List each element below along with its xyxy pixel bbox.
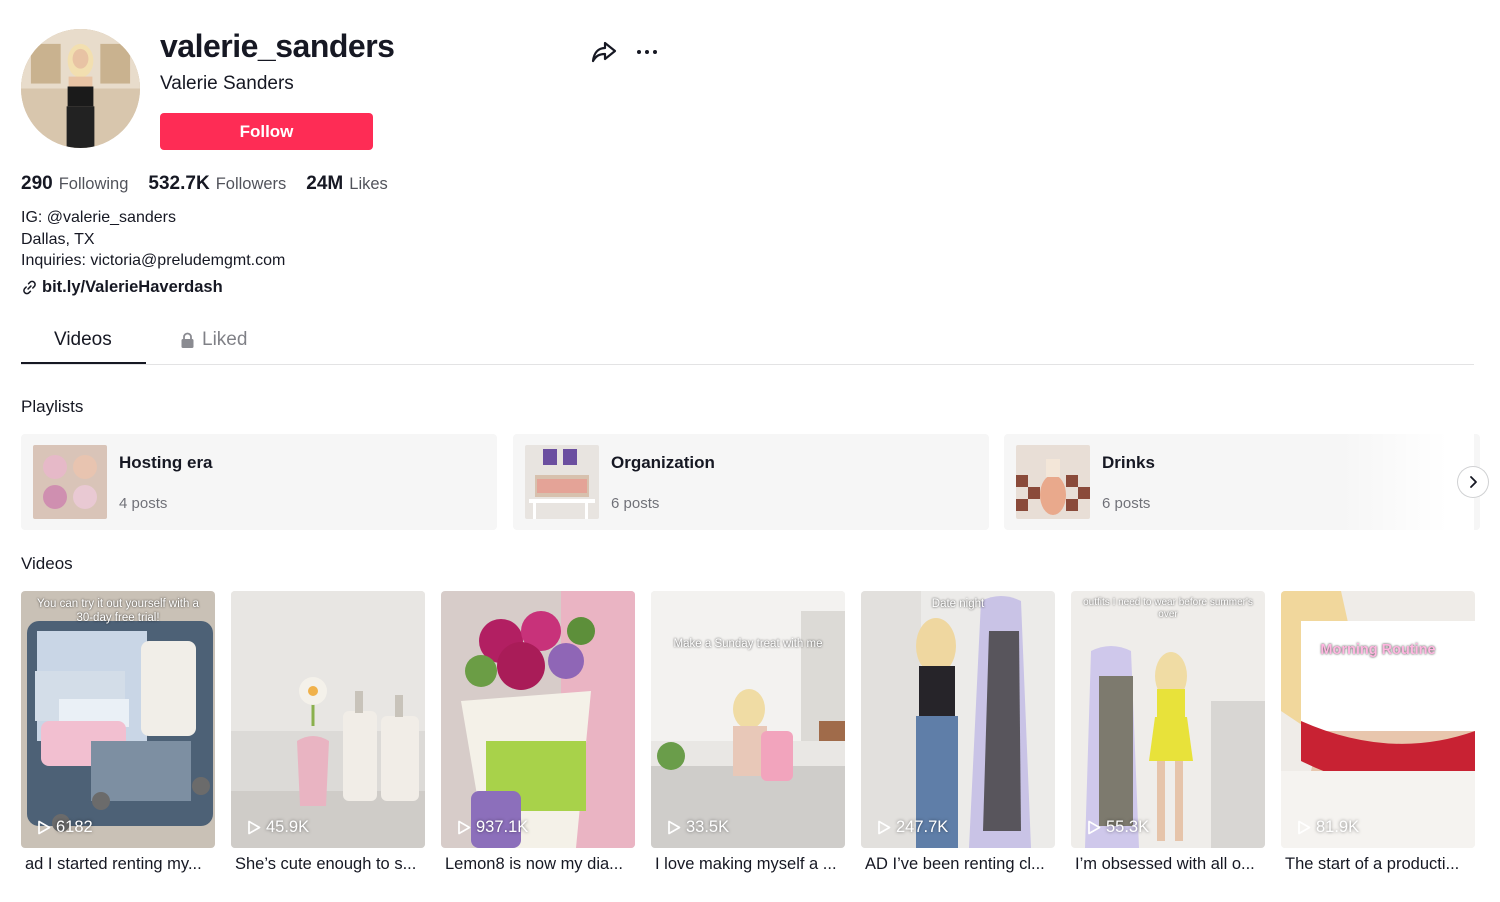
video-view-count: 55.3K [1106,818,1150,836]
video-card[interactable]: Make a Sunday treat with me 33.5K I love… [651,591,845,874]
video-caption: I’m obsessed with all o... [1075,855,1255,873]
video-card[interactable]: outfits I need to wear before summer's o… [1071,591,1265,874]
play-icon [38,820,51,835]
playlist-count: 4 posts [119,495,168,512]
playlist-title: Hosting era [119,453,213,472]
video-caption: Lemon8 is now my dia... [445,855,623,873]
video-view-count: 937.1K [476,818,529,836]
following-stat[interactable]: 290 Following [21,173,128,195]
video-views: 6182 [37,818,93,837]
video-views: 45.9K [247,818,309,837]
video-overlay-text: outfits I need to wear before summer's o… [1083,597,1253,620]
playlist-thumbnail [1016,445,1090,519]
followers-count: 532.7K [148,173,210,194]
playlists-next-button[interactable] [1457,466,1489,498]
play-icon [248,820,261,835]
followers-stat[interactable]: 532.7K Followers [148,173,286,195]
play-icon [668,820,681,835]
video-cover: 937.1K [441,591,635,848]
playlists-row: Hosting era 4 posts Organization 6 posts… [21,434,1480,530]
video-caption: I love making myself a ... [655,855,837,873]
video-overlay-text: Morning Routine [1320,642,1436,658]
bio: IG: @valerie_sanders Dallas, TX Inquirie… [21,207,285,272]
playlist-thumbnail [525,445,599,519]
video-cover: Morning Routine 81.9K [1281,591,1475,848]
video-overlay-text: You can try it out yourself with a 30-da… [37,598,199,624]
video-card[interactable]: 45.9K She’s cute enough to s... [231,591,425,874]
likes-stat: 24M Likes [306,173,388,195]
bio-line: IG: @valerie_sanders [21,209,176,226]
tab-videos[interactable]: Videos [54,329,112,351]
username: valerie_sanders [160,28,395,64]
video-caption: She’s cute enough to s... [235,855,417,873]
playlist-title: Organization [611,453,715,472]
playlist-card[interactable]: Drinks 6 posts [1004,434,1480,530]
video-cover: Make a Sunday treat with me 33.5K [651,591,845,848]
playlist-card[interactable]: Organization 6 posts [513,434,989,530]
video-cover: outfits I need to wear before summer's o… [1071,591,1265,848]
bio-line: Dallas, TX [21,230,95,248]
video-card[interactable]: 937.1K Lemon8 is now my dia... [441,591,635,874]
link-icon [23,280,36,295]
video-caption: ad I started renting my... [25,855,202,873]
videos-heading: Videos [21,554,73,573]
video-cover: You can try it out yourself with a 30-da… [21,591,215,848]
play-icon [1298,820,1311,835]
video-views: 55.3K [1087,818,1149,837]
video-grid: You can try it out yourself with a 30-da… [21,591,1475,881]
likes-label: Likes [349,175,388,193]
likes-count: 24M [306,173,344,194]
tab-liked-label: Liked [202,329,248,350]
video-cover: Date night 247.7K [861,591,1055,848]
bio-link-text: bit.ly/ValerieHaverdash [42,278,223,296]
playlists-heading: Playlists [21,397,84,416]
bio-line: Inquiries: victoria@preludemgmt.com [21,252,286,269]
video-card[interactable]: Date night 247.7K AD I’ve been renting c… [861,591,1055,874]
avatar[interactable] [21,29,140,148]
play-icon [878,820,891,835]
video-views: 247.7K [877,818,948,837]
video-caption: AD I’ve been renting cl... [865,855,1045,873]
profile-stats: 290 Following 532.7K Followers 24M Likes [21,173,388,195]
follow-button[interactable]: Follow [160,113,373,150]
playlist-count: 6 posts [611,495,660,512]
video-view-count: 45.9K [266,818,310,836]
followers-label: Followers [215,175,287,193]
video-views: 81.9K [1297,818,1359,837]
video-view-count: 247.7K [896,818,949,836]
nickname: Valerie Sanders [160,73,294,94]
following-count: 290 [21,173,53,194]
play-icon [458,820,471,835]
tab-liked[interactable]: Liked [180,329,247,351]
playlist-card[interactable]: Hosting era 4 posts [21,434,497,530]
share-arrow-icon[interactable] [590,38,618,66]
play-icon [1088,820,1101,835]
profile-tabs: Videos Liked [21,325,1474,365]
video-overlay-text: Date night [931,598,985,610]
video-view-count: 6182 [56,818,93,836]
following-label: Following [58,175,129,193]
video-view-count: 33.5K [686,818,730,836]
video-views: 937.1K [457,818,528,837]
playlist-count: 6 posts [1102,495,1151,512]
playlist-title: Drinks [1102,453,1155,472]
more-dots-icon[interactable] [633,38,661,66]
video-views: 33.5K [667,818,729,837]
lock-icon [181,332,194,348]
video-card[interactable]: You can try it out yourself with a 30-da… [21,591,215,874]
video-overlay-text: Make a Sunday treat with me [673,638,823,650]
active-tab-indicator [21,362,146,364]
video-cover: 45.9K [231,591,425,848]
playlist-thumbnail [33,445,107,519]
video-view-count: 81.9K [1316,818,1360,836]
video-card[interactable]: Morning Routine 81.9K The start of a pro… [1281,591,1475,874]
bio-link[interactable]: bit.ly/ValerieHaverdash [21,278,223,297]
video-caption: The start of a producti... [1285,855,1460,873]
chevron-right-icon [1470,476,1477,488]
